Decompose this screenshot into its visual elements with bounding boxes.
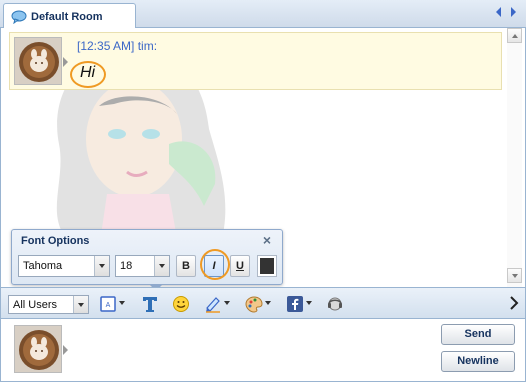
recipient-select[interactable]: All Users: [8, 295, 89, 314]
chevron-right-icon[interactable]: [509, 296, 519, 310]
chevron-down-icon[interactable]: [73, 296, 88, 313]
font-family-value: Tahoma: [23, 260, 63, 272]
avatar-pointer: [63, 57, 68, 67]
chevron-down-icon[interactable]: [154, 256, 169, 276]
compose-area[interactable]: Send Newline: [0, 319, 526, 382]
message-username: tim:: [137, 39, 158, 53]
latte-art-icon: [15, 326, 61, 372]
headset-icon[interactable]: [326, 295, 344, 313]
recipient-value: All Users: [13, 299, 58, 311]
scroll-down-button[interactable]: [507, 268, 522, 283]
font-t-icon[interactable]: [141, 295, 159, 313]
underline-button[interactable]: U: [230, 255, 250, 277]
highlight-circle: [200, 249, 230, 280]
chevron-down-icon[interactable]: [94, 256, 109, 276]
svg-text:A: A: [106, 302, 111, 309]
smiley-icon[interactable]: [172, 295, 190, 313]
scroll-up-button[interactable]: [507, 28, 522, 43]
chevron-down-icon[interactable]: [305, 299, 315, 309]
font-options-panel: Font Options × Tahoma 18 B I U: [11, 229, 283, 291]
emoticon-box-icon[interactable]: A: [99, 295, 117, 313]
message-timestamp: [12:35 AM]: [77, 39, 135, 53]
newline-button[interactable]: Newline: [441, 351, 515, 372]
latte-art-icon: [15, 38, 61, 84]
room-tab[interactable]: Default Room: [3, 3, 136, 29]
chevron-down-icon[interactable]: [118, 299, 128, 309]
latte-art-avatar: [14, 37, 62, 85]
text-color-button[interactable]: [257, 255, 277, 277]
palette-icon[interactable]: [245, 295, 263, 313]
speech-bubble-icon: [11, 10, 27, 24]
bold-button[interactable]: B: [176, 255, 196, 277]
font-family-select[interactable]: Tahoma: [18, 255, 110, 277]
vertical-scrollbar[interactable]: [507, 28, 522, 287]
highlighter-icon[interactable]: [204, 295, 222, 313]
latte-art-avatar: [14, 325, 62, 373]
facebook-icon[interactable]: [286, 295, 304, 313]
highlight-circle: [70, 61, 106, 88]
triangle-right-icon[interactable]: [508, 6, 518, 18]
send-button[interactable]: Send: [441, 324, 515, 345]
chevron-down-icon[interactable]: [264, 299, 274, 309]
room-tab-bar: Default Room: [0, 0, 526, 29]
font-size-value: 18: [120, 260, 133, 272]
font-options-title: Font Options: [21, 235, 90, 247]
chat-toolbar: All Users A: [0, 287, 526, 319]
avatar-pointer: [63, 345, 68, 355]
close-icon[interactable]: ×: [263, 233, 271, 247]
room-tab-title: Default Room: [31, 11, 103, 23]
chevron-down-icon[interactable]: [223, 299, 233, 309]
chat-message: [12:35 AM] tim: Hi: [9, 32, 502, 90]
triangle-left-icon[interactable]: [494, 6, 504, 18]
message-header: [12:35 AM] tim:: [77, 39, 157, 53]
color-swatch: [260, 258, 274, 274]
font-size-select[interactable]: 18: [115, 255, 170, 277]
